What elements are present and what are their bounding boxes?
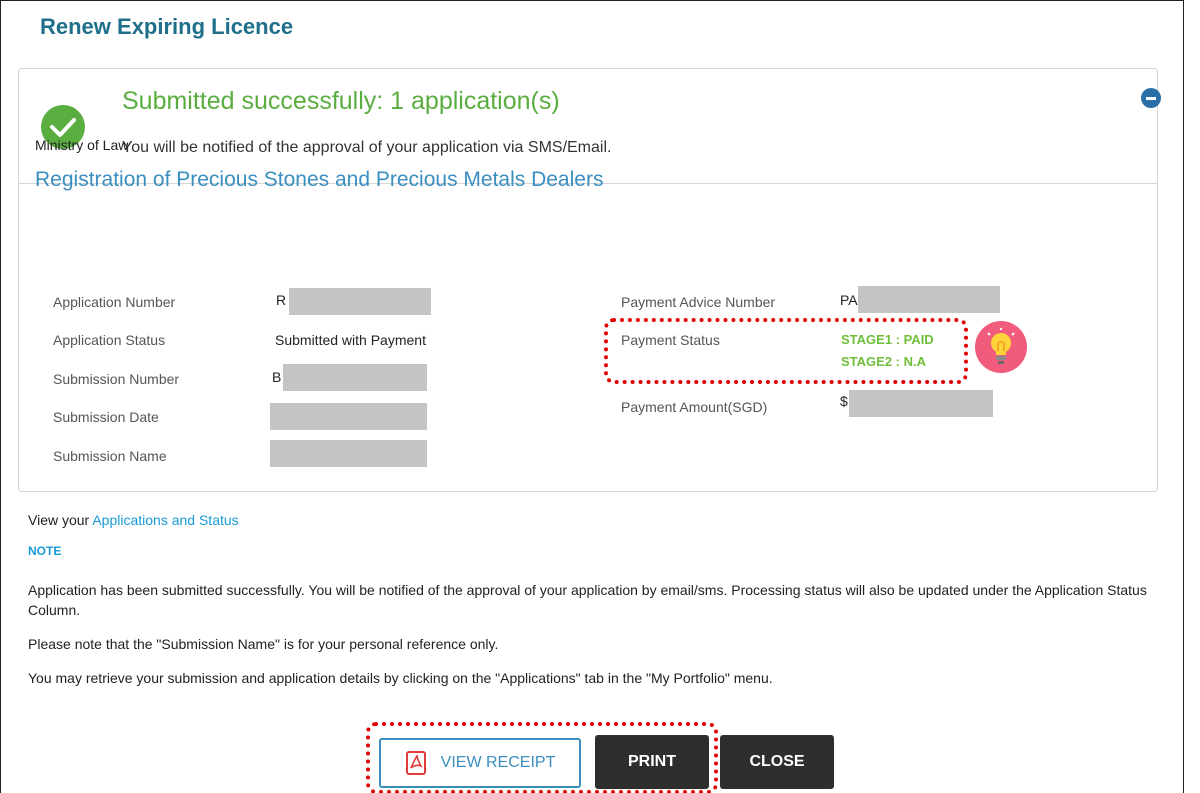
agency-name: Ministry of Law	[35, 137, 129, 153]
submission-number-value: B	[272, 369, 282, 385]
application-status-label: Application Status	[53, 332, 166, 348]
view-prefix: View your	[28, 512, 90, 528]
submission-number-label: Submission Number	[53, 371, 180, 387]
redacted-block	[849, 390, 993, 417]
submission-name-label: Submission Name	[53, 448, 167, 464]
success-subtitle: You will be notified of the approval of …	[122, 139, 612, 156]
redacted-block	[858, 286, 1000, 313]
application-status-value: Submitted with Payment	[275, 332, 426, 348]
collapse-icon[interactable]	[1141, 88, 1161, 108]
service-title: Registration of Precious Stones and Prec…	[35, 168, 604, 191]
payment-advice-number-value: PA	[840, 292, 858, 308]
redacted-block	[270, 403, 427, 430]
note-heading: NOTE	[28, 544, 62, 558]
payment-advice-number-label: Payment Advice Number	[621, 294, 776, 310]
success-title: Submitted successfully: 1 application(s)	[122, 87, 560, 115]
redacted-block	[270, 440, 427, 467]
application-number-label: Application Number	[53, 294, 176, 310]
close-button[interactable]: CLOSE	[720, 735, 834, 789]
applications-status-link[interactable]: Applications and Status	[92, 512, 238, 528]
page-title: Renew Expiring Licence	[40, 14, 294, 39]
lightbulb-icon	[975, 321, 1027, 373]
payment-amount-label: Payment Amount(SGD)	[621, 399, 768, 415]
redacted-block	[289, 288, 431, 315]
note-paragraph: You may retrieve your submission and app…	[28, 670, 773, 686]
payment-amount-value: $	[840, 393, 848, 409]
note-paragraph: Please note that the "Submission Name" i…	[28, 636, 499, 652]
buttons-highlight	[366, 722, 718, 793]
note-paragraph: Application has been submitted successfu…	[28, 582, 1147, 618]
payment-status-highlight	[604, 318, 968, 384]
view-applications-line: View your Applications and Status	[28, 512, 239, 528]
success-header: Submitted successfully: 1 application(s)…	[19, 69, 1161, 184]
redacted-block	[283, 364, 427, 391]
submission-panel: Submitted successfully: 1 application(s)…	[18, 68, 1161, 492]
application-number-value: R	[276, 292, 287, 308]
submission-date-label: Submission Date	[53, 409, 159, 425]
